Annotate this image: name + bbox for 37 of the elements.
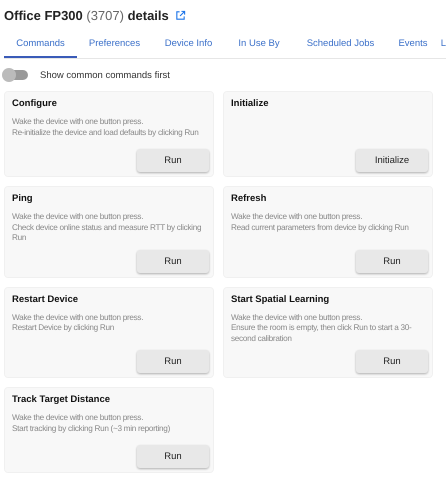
run-button[interactable]: Initialize [356, 149, 428, 172]
run-button[interactable]: Run [137, 149, 209, 172]
run-button[interactable]: Run [137, 445, 209, 468]
command-description: Ensure the room is empty, then click Run to start a 30-second calibration [231, 323, 412, 344]
command-description: Wake the device with one button press. [231, 212, 364, 222]
run-button[interactable]: Run [137, 350, 209, 373]
run-button[interactable]: Run [356, 350, 428, 373]
page-title: Office FP300 (3707) details [4, 8, 169, 22]
command-name: Ping [12, 193, 34, 204]
command-name: Initialize [231, 98, 270, 109]
command-description: Restart Device by clicking Run [12, 323, 116, 334]
tab[interactable]: In Use By [225, 30, 293, 58]
command-description: Wake the device with one button press. [12, 212, 144, 222]
tab[interactable]: Scheduled Jobs [293, 30, 388, 58]
command-description: Wake the device with one button press. [12, 117, 144, 128]
command-name: Refresh [231, 193, 268, 204]
command-name: Configure [12, 98, 58, 109]
tab[interactable]: Events [388, 30, 438, 58]
external-link-icon[interactable] [174, 10, 186, 20]
tab[interactable]: Preferences [77, 30, 152, 58]
run-button[interactable]: Run [137, 250, 209, 272]
command-description: Start tracking by clicking Run (~3 min reporting) [12, 424, 171, 434]
command-name: Track Target Distance [12, 394, 112, 405]
toggle-switch[interactable] [4, 70, 28, 80]
command-name: Restart Device [12, 294, 80, 304]
toggle-label: Show common commands first [40, 70, 170, 80]
command-description: Check device online status and measure RTT by clicking Run [12, 222, 202, 244]
tab[interactable]: Commands [4, 30, 77, 58]
command-description: Wake the device with one button press. [12, 312, 144, 323]
command-name: Start Spatial Learning [231, 294, 330, 304]
command-description: Wake the device with one button press. [12, 413, 144, 424]
command-description: Read current parameters from device by clicking Run [231, 222, 410, 233]
tab[interactable]: L [438, 30, 446, 58]
command-description: Re-initialize the device and load defaults by clicking Run [12, 128, 200, 138]
command-description: Wake the device with one button press. [231, 312, 364, 323]
tab[interactable]: Device Info [152, 30, 225, 58]
run-button[interactable]: Run [356, 250, 428, 272]
